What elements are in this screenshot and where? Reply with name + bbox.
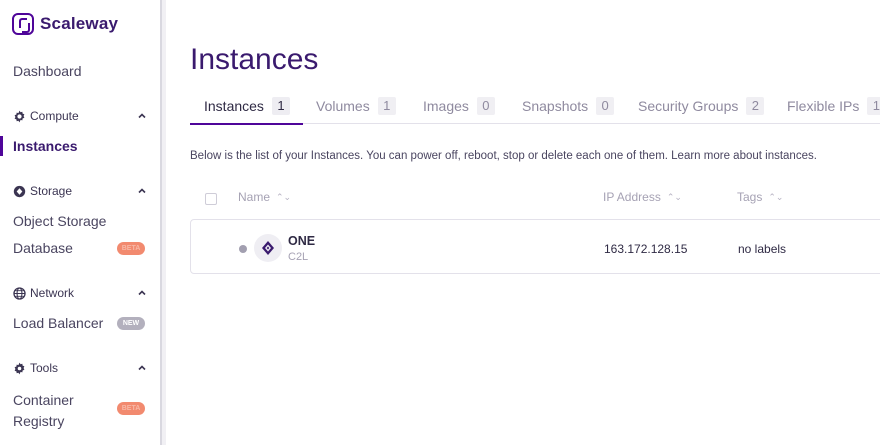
- instance-ip: 163.172.128.15: [604, 242, 688, 256]
- active-tab-underline: [190, 123, 303, 125]
- sidebar-item-container-registry[interactable]: Container Registry: [13, 390, 103, 432]
- tools-icon: [13, 362, 26, 375]
- chevron-up-icon[interactable]: [136, 185, 148, 197]
- tab-instances[interactable]: Instances 1: [204, 97, 290, 115]
- column-label: Name: [238, 190, 271, 204]
- tab-label: Flexible IPs: [787, 98, 860, 114]
- sort-icon: ⌃⌄: [666, 191, 682, 202]
- sidebar-item-database[interactable]: Database: [13, 240, 73, 256]
- page-description: Below is the list of your Instances. You…: [190, 150, 817, 162]
- sidebar-section-storage[interactable]: Storage: [13, 184, 148, 198]
- tab-count: 1: [377, 97, 396, 115]
- select-all-checkbox[interactable]: [205, 193, 217, 205]
- sidebar-section-label: Tools: [30, 361, 59, 375]
- tab-bar: Instances 1 Volumes 1 Images 0 Snapshots…: [190, 92, 880, 125]
- tab-label: Security Groups: [638, 98, 739, 114]
- column-header-ip[interactable]: IP Address ⌃⌄: [603, 190, 682, 204]
- tab-label: Images: [423, 98, 469, 114]
- table-header: Name ⌃⌄ IP Address ⌃⌄ Tags ⌃⌄: [190, 186, 880, 210]
- tab-count: 2: [746, 97, 765, 115]
- page-title: Instances: [190, 43, 319, 76]
- tab-label: Instances: [204, 98, 264, 114]
- sidebar: Scaleway Dashboard Compute Instances Sto…: [0, 0, 160, 445]
- chevron-up-icon[interactable]: [136, 110, 148, 122]
- instance-type-icon: [254, 234, 282, 262]
- column-label: IP Address: [603, 190, 661, 204]
- column-header-tags[interactable]: Tags ⌃⌄: [737, 190, 783, 204]
- gear-icon: [13, 110, 26, 123]
- new-badge: NEW: [117, 317, 145, 330]
- tab-security-groups[interactable]: Security Groups 2: [638, 97, 765, 115]
- tab-snapshots[interactable]: Snapshots 0: [522, 97, 615, 115]
- tab-count: 1: [271, 97, 290, 115]
- tab-count: 0: [476, 97, 495, 115]
- status-dot: [239, 245, 247, 253]
- tab-flexible-ips[interactable]: Flexible IPs 1: [787, 97, 880, 115]
- column-label: Tags: [737, 190, 763, 204]
- beta-badge: BETA: [117, 242, 145, 255]
- active-indicator: [0, 136, 3, 156]
- tab-images[interactable]: Images 0: [423, 97, 495, 115]
- scaleway-logo-icon: [12, 13, 34, 35]
- sidebar-item-load-balancer[interactable]: Load Balancer: [13, 315, 103, 331]
- table-row[interactable]: ONE C2L 163.172.128.15 no labels: [190, 219, 880, 274]
- sidebar-section-compute[interactable]: Compute: [13, 109, 148, 123]
- storage-icon: [13, 185, 26, 198]
- sidebar-item-object-storage[interactable]: Object Storage: [13, 213, 106, 229]
- sidebar-section-label: Network: [30, 286, 75, 300]
- tab-count: 1: [867, 97, 880, 115]
- chevron-up-icon[interactable]: [136, 287, 148, 299]
- tab-volumes[interactable]: Volumes 1: [316, 97, 396, 115]
- column-header-name[interactable]: Name ⌃⌄: [238, 190, 291, 204]
- globe-icon: [13, 286, 26, 300]
- instance-name[interactable]: ONE: [288, 234, 315, 248]
- tab-label: Snapshots: [522, 98, 589, 114]
- instance-tags: no labels: [738, 242, 787, 256]
- sort-icon: ⌃⌄: [768, 191, 784, 202]
- sidebar-item-instances[interactable]: Instances: [13, 138, 78, 154]
- scaleway-logo[interactable]: Scaleway: [12, 13, 118, 35]
- instance-type: C2L: [288, 251, 309, 263]
- sidebar-divider: [160, 0, 166, 445]
- brand-name: Scaleway: [40, 14, 119, 33]
- sidebar-section-network[interactable]: Network: [13, 286, 148, 300]
- beta-badge: BETA: [117, 402, 145, 415]
- chevron-up-icon[interactable]: [136, 362, 148, 374]
- sidebar-item-dashboard[interactable]: Dashboard: [13, 63, 82, 79]
- sort-icon: ⌃⌄: [276, 191, 292, 202]
- sidebar-section-label: Storage: [30, 184, 73, 198]
- tab-label: Volumes: [316, 98, 370, 114]
- tab-count: 0: [596, 97, 615, 115]
- sidebar-section-tools[interactable]: Tools: [13, 361, 148, 375]
- sidebar-section-label: Compute: [30, 109, 79, 123]
